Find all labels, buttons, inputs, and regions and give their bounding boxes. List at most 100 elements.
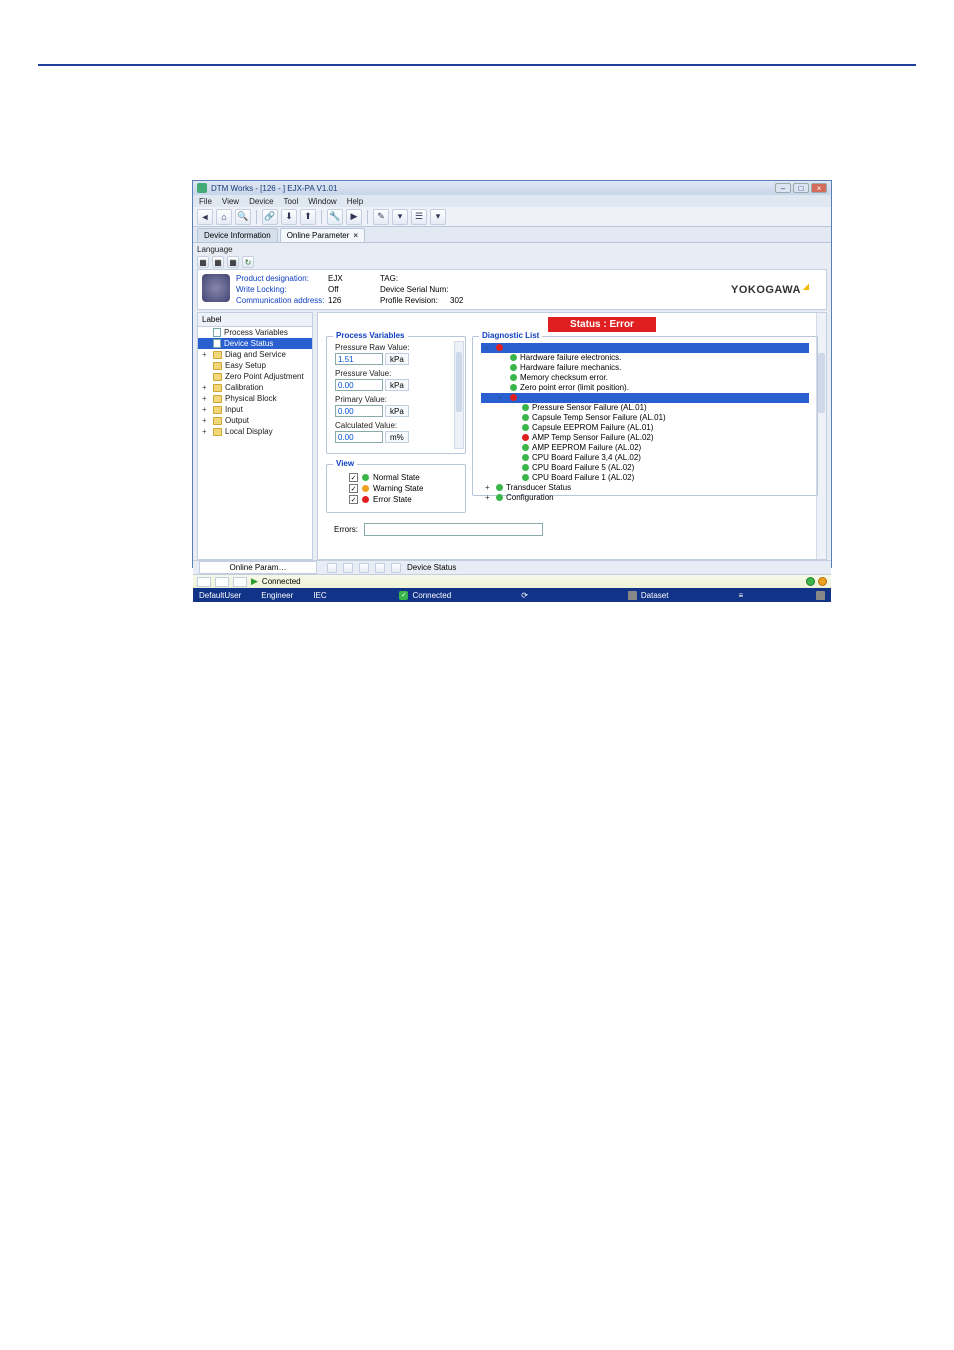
diagnostic-item[interactable]: Hardware failure electronics. bbox=[481, 353, 809, 363]
expander-icon[interactable]: + bbox=[202, 416, 210, 425]
profile-link[interactable]: Profile Revision: bbox=[380, 296, 450, 305]
pv-value-input[interactable] bbox=[335, 431, 383, 443]
download-icon[interactable]: ⬇ bbox=[281, 209, 297, 225]
expander-icon[interactable]: + bbox=[202, 405, 210, 414]
product-designation-link[interactable]: Product designation: bbox=[236, 274, 328, 283]
diagnostic-item[interactable]: +Configuration bbox=[481, 493, 809, 503]
maximize-button[interactable]: □ bbox=[793, 183, 809, 193]
diagnostic-item[interactable]: Zero point error (limit position). bbox=[481, 383, 809, 393]
diagnostic-item[interactable]: - bbox=[481, 343, 809, 353]
expander-icon[interactable]: + bbox=[202, 383, 210, 392]
close-tab-icon[interactable]: × bbox=[353, 231, 358, 240]
folder-icon bbox=[213, 384, 222, 392]
checkbox[interactable]: ✓ bbox=[349, 495, 358, 504]
menu-device[interactable]: Device bbox=[249, 197, 273, 206]
bc-icon-1[interactable] bbox=[327, 563, 337, 573]
menu-help[interactable]: Help bbox=[347, 197, 363, 206]
expander-icon[interactable]: + bbox=[485, 493, 493, 502]
play-icon[interactable]: ▶ bbox=[251, 576, 258, 587]
conn-seg-1[interactable] bbox=[197, 577, 211, 587]
status-dot-icon bbox=[522, 414, 529, 421]
tab-online-parameter[interactable]: Online Parameter× bbox=[280, 228, 365, 242]
expander-icon[interactable]: + bbox=[485, 483, 493, 492]
bc-icon-5[interactable] bbox=[391, 563, 401, 573]
serial-link[interactable]: Device Serial Num: bbox=[380, 285, 450, 294]
bc-icon-2[interactable] bbox=[343, 563, 353, 573]
expander-icon[interactable]: - bbox=[485, 343, 493, 352]
pv-scrollbar[interactable] bbox=[454, 341, 464, 449]
menu-file[interactable]: File bbox=[199, 197, 212, 206]
refresh-icon[interactable]: ↻ bbox=[242, 256, 254, 268]
folder-icon bbox=[213, 406, 222, 414]
tree-item[interactable]: +Input bbox=[198, 404, 312, 415]
tree-item[interactable]: +Physical Block bbox=[198, 393, 312, 404]
conn-seg-3[interactable] bbox=[233, 577, 247, 587]
tree-item[interactable]: +Diag and Service bbox=[198, 349, 312, 360]
diagnostic-item-label: Zero point error (limit position). bbox=[520, 383, 629, 392]
expander-icon[interactable]: + bbox=[202, 350, 210, 359]
list-dropdown-icon[interactable]: ▾ bbox=[430, 209, 446, 225]
tree-item-label: Output bbox=[225, 416, 249, 425]
tree-item[interactable]: Zero Point Adjustment bbox=[198, 371, 312, 382]
pv-value-input[interactable] bbox=[335, 379, 383, 391]
tree-item[interactable]: +Local Display bbox=[198, 426, 312, 437]
diagnostic-item[interactable]: - bbox=[481, 393, 809, 403]
diagnostic-item[interactable]: CPU Board Failure 5 (AL.02) bbox=[481, 463, 809, 473]
diagnostic-item[interactable]: Capsule Temp Sensor Failure (AL.01) bbox=[481, 413, 809, 423]
menu-view[interactable]: View bbox=[222, 197, 239, 206]
errors-input[interactable] bbox=[364, 523, 543, 536]
expander-icon[interactable]: - bbox=[499, 393, 507, 402]
expander-icon[interactable]: + bbox=[202, 394, 210, 403]
tree-item[interactable]: Easy Setup bbox=[198, 360, 312, 371]
window-title: DTM Works - [126 - ] EJX-PA V1.01 bbox=[211, 184, 337, 193]
write-locking-link[interactable]: Write Locking: bbox=[236, 285, 328, 294]
diagnostic-item[interactable]: CPU Board Failure 1 (AL.02) bbox=[481, 473, 809, 483]
comm-address-link[interactable]: Communication address: bbox=[236, 296, 328, 305]
tree-item[interactable]: Device Status bbox=[198, 338, 312, 349]
tool-icon[interactable]: ▶ bbox=[346, 209, 362, 225]
find-icon[interactable]: 🔍 bbox=[235, 209, 251, 225]
tree-item[interactable]: Process Variables bbox=[198, 327, 312, 338]
checkbox[interactable]: ✓ bbox=[349, 484, 358, 493]
diagnostic-item[interactable]: Memory checksum error. bbox=[481, 373, 809, 383]
wrench-icon[interactable]: 🔧 bbox=[327, 209, 343, 225]
tree-item[interactable]: +Calibration bbox=[198, 382, 312, 393]
edit-icon[interactable]: ✎ bbox=[373, 209, 389, 225]
checkbox[interactable]: ✓ bbox=[349, 473, 358, 482]
diagnostic-item[interactable]: +Transducer Status bbox=[481, 483, 809, 493]
status-menu-icon[interactable]: ≡ bbox=[738, 591, 743, 600]
diagnostic-item[interactable]: AMP EEPROM Failure (AL.02) bbox=[481, 443, 809, 453]
diagnostic-item[interactable]: Pressure Sensor Failure (AL.01) bbox=[481, 403, 809, 413]
close-button[interactable]: × bbox=[811, 183, 827, 193]
pv-value-input[interactable] bbox=[335, 353, 383, 365]
tree-header: Label bbox=[198, 313, 312, 327]
pv-value-input[interactable] bbox=[335, 405, 383, 417]
minimize-button[interactable]: – bbox=[775, 183, 791, 193]
diagnostic-item[interactable]: AMP Temp Sensor Failure (AL.02) bbox=[481, 433, 809, 443]
diagnostic-item[interactable]: Capsule EEPROM Failure (AL.01) bbox=[481, 423, 809, 433]
expander-icon[interactable]: + bbox=[202, 427, 210, 436]
dropdown-icon[interactable]: ▾ bbox=[392, 209, 408, 225]
bc-icon-3[interactable] bbox=[359, 563, 369, 573]
back-icon[interactable]: ◄ bbox=[197, 209, 213, 225]
tab-device-information[interactable]: Device Information bbox=[197, 228, 278, 242]
upload-icon[interactable]: ⬆ bbox=[300, 209, 316, 225]
doc2-icon[interactable]: ▦ bbox=[212, 256, 224, 268]
connect-icon[interactable]: 🔗 bbox=[262, 209, 278, 225]
list-icon[interactable]: ☰ bbox=[411, 209, 427, 225]
bc-icon-4[interactable] bbox=[375, 563, 385, 573]
conn-seg-2[interactable] bbox=[215, 577, 229, 587]
menu-tool[interactable]: Tool bbox=[284, 197, 299, 206]
status-user: DefaultUser bbox=[199, 591, 241, 600]
bottom-tab-online-param[interactable]: Online Param… bbox=[199, 561, 317, 574]
doc3-icon[interactable]: ▦ bbox=[227, 256, 239, 268]
home-icon[interactable]: ⌂ bbox=[216, 209, 232, 225]
doc1-icon[interactable]: ▦ bbox=[197, 256, 209, 268]
diagnostic-item[interactable]: CPU Board Failure 3,4 (AL.02) bbox=[481, 453, 809, 463]
tree-item-label: Process Variables bbox=[224, 328, 288, 337]
tag-link[interactable]: TAG: bbox=[380, 274, 450, 283]
menu-window[interactable]: Window bbox=[308, 197, 336, 206]
diagnostic-item[interactable]: Hardware failure mechanics. bbox=[481, 363, 809, 373]
diagnostic-legend: Diagnostic List bbox=[479, 331, 542, 340]
tree-item[interactable]: + Output bbox=[198, 415, 312, 426]
